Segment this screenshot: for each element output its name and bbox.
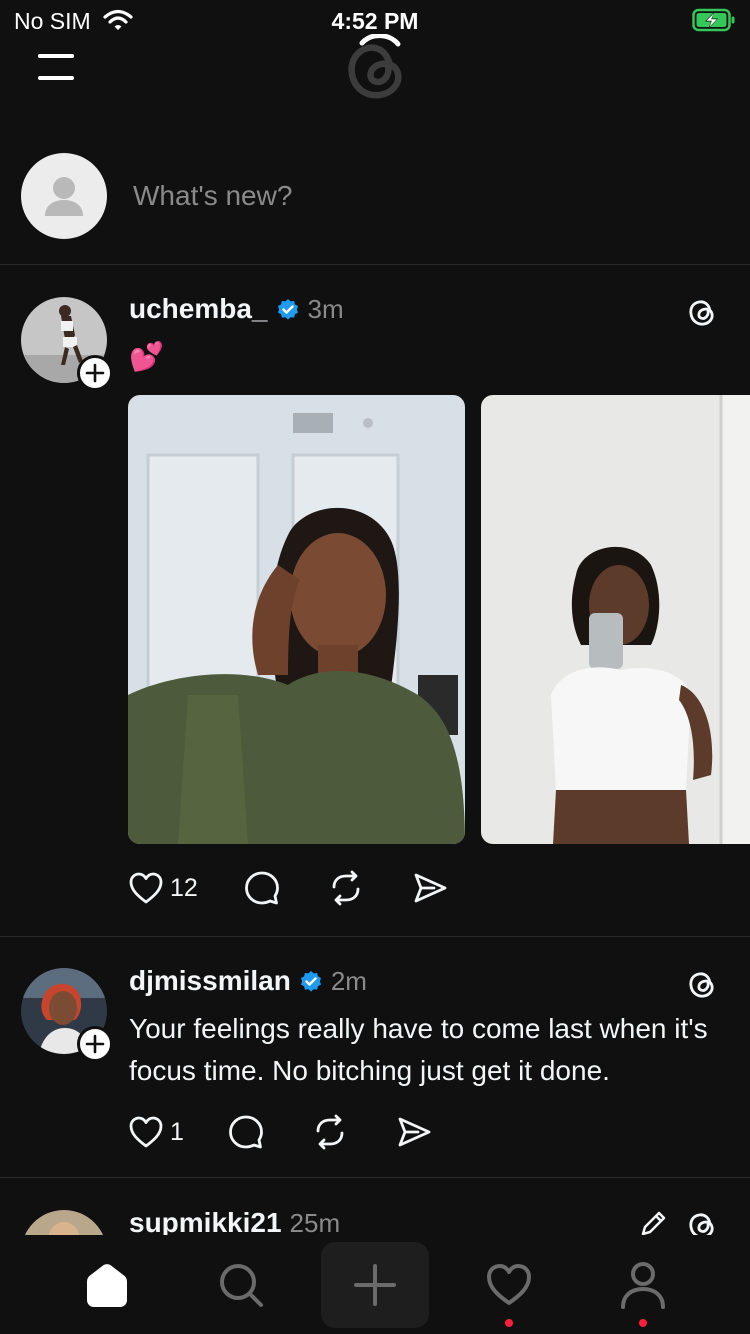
repost-icon	[332, 870, 360, 906]
share-button[interactable]	[412, 868, 448, 908]
threads-mini-icon[interactable]	[686, 1209, 718, 1235]
like-button[interactable]: 1	[128, 1112, 184, 1152]
bottom-tab-bar	[0, 1236, 750, 1334]
tab-profile[interactable]	[598, 1236, 688, 1334]
activity-heart-icon	[487, 1264, 531, 1305]
threads-mini-icon[interactable]	[686, 968, 718, 1000]
search-icon	[220, 1264, 263, 1307]
photo-selfie-green-shirt	[128, 395, 465, 844]
username[interactable]: uchemba_	[129, 293, 268, 325]
user-avatar[interactable]	[21, 153, 107, 239]
compose-plus-icon	[354, 1264, 396, 1306]
tab-home[interactable]	[62, 1236, 152, 1334]
post-header: djmissmilan 2m	[129, 965, 367, 997]
post-header: uchemba_ 3m	[129, 293, 344, 325]
photo-mirror-selfie	[481, 395, 750, 844]
repost-icon	[316, 1114, 344, 1150]
post-time: 3m	[307, 293, 344, 324]
heart-icon	[129, 1116, 163, 1148]
follow-plus-button[interactable]	[77, 1026, 113, 1062]
repost-button[interactable]	[328, 868, 364, 908]
threads-logo-icon[interactable]	[342, 34, 408, 104]
thread-post[interactable]: supmikki21 25m	[0, 1179, 750, 1235]
thread-post[interactable]: uchemba_ 3m 💕 12	[0, 266, 750, 937]
thread-post[interactable]: djmissmilan 2m Your feelings really have…	[0, 938, 750, 1178]
post-text: 💕	[129, 341, 164, 372]
status-time: 4:52 PM	[331, 8, 419, 34]
share-button[interactable]	[396, 1112, 432, 1152]
post-actions: 12	[128, 868, 448, 908]
repost-button[interactable]	[312, 1112, 348, 1152]
post-image[interactable]	[481, 395, 750, 844]
comment-icon	[244, 871, 279, 905]
post-text: Your feelings really have to come last w…	[129, 1013, 708, 1086]
plus-icon	[85, 1034, 105, 1054]
verified-badge-icon	[300, 971, 321, 992]
username[interactable]: djmissmilan	[129, 965, 291, 997]
tab-activity[interactable]	[464, 1236, 554, 1334]
avatar-photo	[21, 1210, 107, 1235]
profile-icon	[621, 1262, 665, 1309]
like-count: 1	[170, 1117, 184, 1146]
composer-placeholder[interactable]: What's new?	[133, 180, 292, 212]
new-thread-composer[interactable]: What's new?	[0, 140, 750, 265]
verified-badge-icon	[277, 299, 298, 320]
post-header: supmikki21 25m	[129, 1207, 340, 1235]
battery-charging-icon	[692, 8, 735, 32]
edit-pencil-icon[interactable]	[638, 1209, 668, 1235]
send-icon	[398, 1117, 431, 1147]
send-icon	[414, 873, 447, 903]
heart-icon	[129, 872, 163, 904]
menu-icon[interactable]	[38, 52, 74, 82]
like-count: 12	[170, 873, 198, 902]
like-button[interactable]: 12	[128, 868, 198, 908]
author-avatar[interactable]	[21, 968, 113, 1062]
post-time: 2m	[330, 965, 367, 996]
author-avatar[interactable]	[21, 297, 113, 391]
comment-icon	[229, 1115, 263, 1149]
post-time: 25m	[289, 1207, 341, 1236]
username[interactable]: supmikki21	[129, 1207, 282, 1235]
default-avatar-icon	[45, 177, 83, 216]
media-carousel[interactable]	[128, 395, 750, 845]
activity-notification-dot	[505, 1319, 513, 1327]
post-image[interactable]	[128, 395, 465, 844]
reply-button[interactable]	[228, 1112, 264, 1152]
follow-plus-button[interactable]	[77, 355, 113, 391]
reply-button[interactable]	[244, 868, 280, 908]
profile-notification-dot	[639, 1319, 647, 1327]
threads-mini-icon[interactable]	[686, 296, 718, 328]
tab-compose[interactable]	[321, 1242, 429, 1328]
home-icon	[87, 1264, 127, 1307]
plus-icon	[85, 363, 105, 383]
post-actions: 1	[128, 1112, 432, 1152]
tab-search[interactable]	[196, 1236, 286, 1334]
author-avatar[interactable]	[21, 1210, 111, 1235]
